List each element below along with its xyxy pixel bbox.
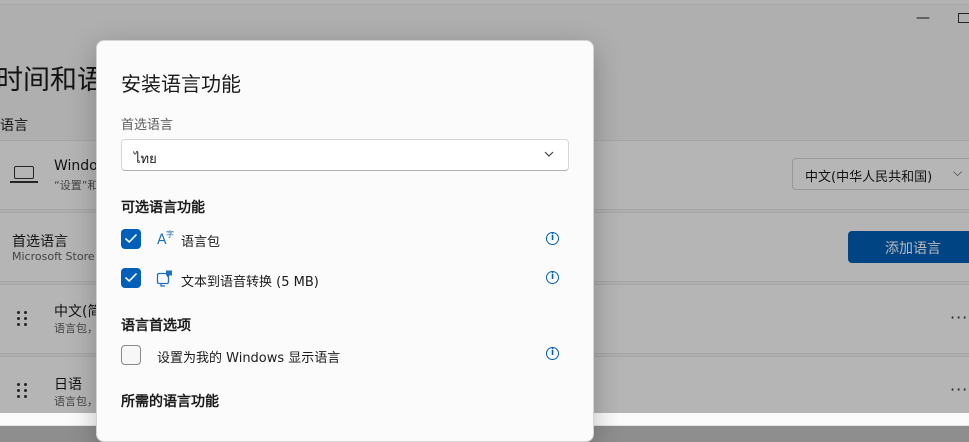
info-icon[interactable]: i [546,271,559,284]
language-pack-checkbox[interactable] [121,229,141,249]
info-icon[interactable]: i [546,232,559,245]
language-preferences-heading: 语言首选项 [121,318,191,334]
set-display-language-label: 设置为我的 Windows 显示语言 [157,351,341,366]
required-features-heading: 所需的语言功能 [121,394,219,410]
text-to-speech-label: 文本到语音转换 (5 MB) [181,275,319,290]
preferred-language-select[interactable]: ไทย [121,139,569,171]
chevron-down-icon [544,151,554,157]
set-display-language-checkbox[interactable] [121,345,141,365]
install-language-features-dialog: 安装语言功能 首选语言 ไทย 可选语言功能 A字 语言包 i 文本到语音转换 … [96,40,594,442]
language-pack-icon: A字 [156,229,174,248]
preferred-language-value: ไทย [134,152,157,167]
optional-features-heading: 可选语言功能 [121,200,205,216]
checkmark-icon [124,233,138,244]
language-pack-label: 语言包 [181,235,221,250]
preferred-language-label: 首选语言 [121,118,174,133]
checkmark-icon [124,272,138,283]
text-to-speech-icon [156,269,174,287]
text-to-speech-checkbox[interactable] [121,268,141,288]
dialog-title: 安装语言功能 [121,72,241,96]
info-icon[interactable]: i [546,347,559,360]
svg-text:字: 字 [166,229,174,239]
